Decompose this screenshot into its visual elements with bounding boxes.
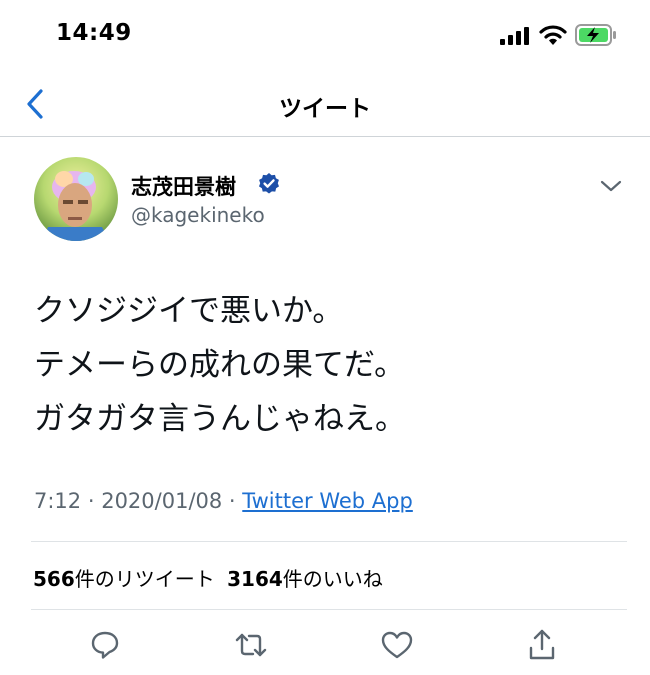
reply-button[interactable] <box>85 625 125 665</box>
chevron-down-icon[interactable] <box>598 178 624 194</box>
share-button[interactable] <box>522 625 562 665</box>
share-icon <box>529 629 555 660</box>
page-title: ツイート <box>279 96 371 122</box>
tweet-text: クソジジイで悪いか。 テメーらの成れの果てだ。 ガタガタ言うんじゃねえ。 <box>34 284 406 446</box>
meta-separator: · <box>222 489 243 513</box>
tweet-date: 2020/01/08 <box>101 489 223 513</box>
divider <box>31 609 627 610</box>
retweet-count: 566 <box>33 567 75 591</box>
tweet-meta: 7:12 · 2020/01/08 · Twitter Web App <box>34 489 413 513</box>
wifi-icon <box>539 25 567 45</box>
author-name[interactable]: 志茂田景樹 <box>131 171 236 201</box>
tweet-time: 7:12 <box>34 489 82 513</box>
client-link[interactable]: Twitter Web App <box>242 489 413 513</box>
divider <box>31 541 627 542</box>
like-count: 3164 <box>227 567 283 591</box>
retweet-button[interactable] <box>231 625 271 665</box>
tweet-line: ガタガタ言うんじゃねえ。 <box>34 401 406 437</box>
retweet-stat[interactable]: 566件のリツイート <box>33 567 215 591</box>
header-divider <box>0 136 650 137</box>
like-button[interactable] <box>377 625 417 665</box>
like-label: 件のいいね <box>282 567 383 591</box>
author-handle[interactable]: @kagekineko <box>131 203 265 227</box>
cellular-signal-icon <box>500 27 529 45</box>
reply-icon <box>91 631 119 659</box>
retweet-label: 件のリツイート <box>74 567 215 591</box>
avatar[interactable] <box>34 157 118 241</box>
meta-separator: · <box>81 489 102 513</box>
tweet-line: テメーらの成れの果てだ。 <box>34 347 406 383</box>
like-stat[interactable]: 3164件のいいね <box>227 567 383 591</box>
verified-badge-icon <box>259 173 279 194</box>
tweet-stats: 566件のリツイート 3164件のいいね <box>33 563 383 592</box>
status-time: 14:49 <box>56 20 132 46</box>
retweet-icon <box>235 633 267 657</box>
like-icon <box>381 631 413 659</box>
tweet-line: クソジジイで悪いか。 <box>34 293 344 329</box>
battery-charging-icon <box>575 24 616 46</box>
